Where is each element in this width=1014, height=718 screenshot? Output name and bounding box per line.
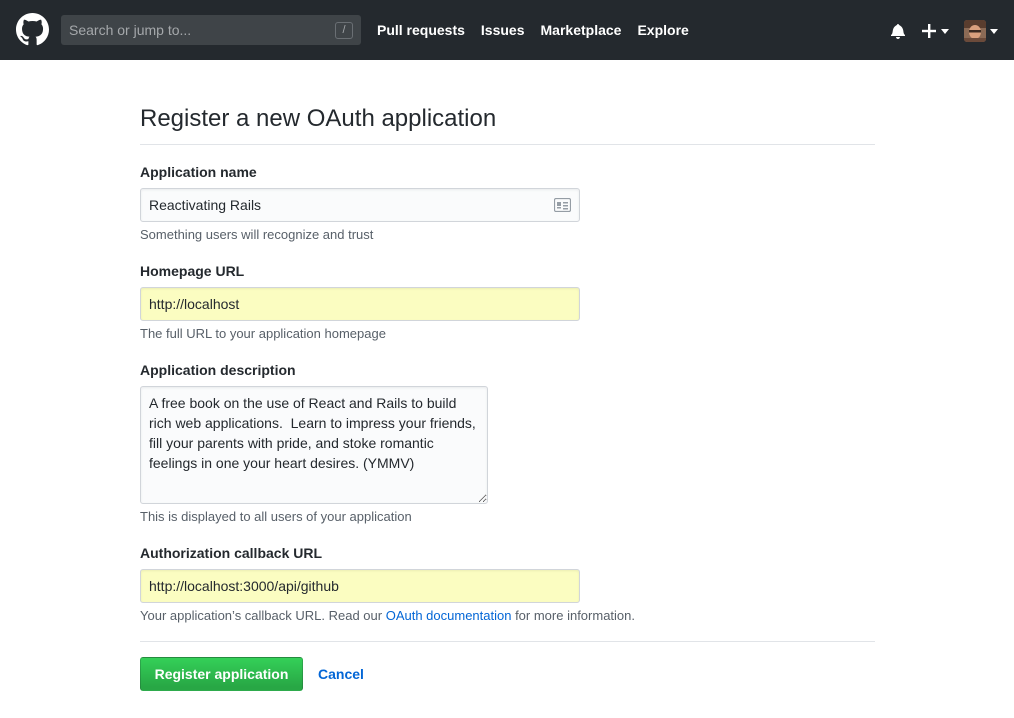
search-box: / [61, 15, 361, 45]
plus-icon [922, 24, 936, 38]
title-divider [140, 144, 875, 145]
search-shortcut-key: / [335, 22, 353, 39]
create-new-menu[interactable] [921, 22, 951, 40]
homepage-url-label: Homepage URL [140, 263, 245, 279]
header-nav: Pull requests Issues Marketplace Explore [377, 20, 705, 40]
nav-issues[interactable]: Issues [481, 20, 525, 40]
contact-card-icon [554, 198, 571, 212]
cancel-link[interactable]: Cancel [318, 664, 364, 684]
application-name-label: Application name [140, 164, 257, 180]
callback-note-text: Your application’s callback URL. Read ou… [140, 608, 386, 623]
register-application-button[interactable]: Register application [140, 657, 303, 691]
top-header: / Pull requests Issues Marketplace Explo… [0, 0, 1014, 60]
avatar [964, 20, 986, 42]
homepage-url-note: The full URL to your application homepag… [140, 326, 386, 341]
application-name-field[interactable] [140, 188, 580, 222]
callback-url-field[interactable] [140, 569, 580, 603]
page-title: Register a new OAuth application [140, 105, 497, 132]
application-description-note: This is displayed to all users of your a… [140, 509, 412, 524]
homepage-url-field[interactable] [140, 287, 580, 321]
chevron-down-icon [941, 29, 949, 34]
nav-pull-requests[interactable]: Pull requests [377, 20, 465, 40]
chevron-down-icon [990, 29, 998, 34]
callback-url-note: Your application’s callback URL. Read ou… [140, 607, 635, 625]
search-input[interactable] [61, 15, 331, 45]
github-logo-icon[interactable] [16, 13, 49, 46]
callback-url-label: Authorization callback URL [140, 545, 323, 561]
callback-note-text-end: for more information. [511, 608, 635, 623]
nav-marketplace[interactable]: Marketplace [541, 20, 622, 40]
oauth-documentation-link[interactable]: OAuth documentation [386, 608, 512, 623]
profile-menu[interactable] [964, 20, 1000, 42]
bell-icon[interactable] [890, 23, 906, 39]
application-description-label: Application description [140, 362, 296, 378]
application-name-note: Something users will recognize and trust [140, 227, 374, 242]
form-actions-divider [140, 641, 875, 642]
application-description-field[interactable]: A free book on the use of React and Rail… [140, 386, 488, 504]
nav-explore[interactable]: Explore [637, 20, 688, 40]
